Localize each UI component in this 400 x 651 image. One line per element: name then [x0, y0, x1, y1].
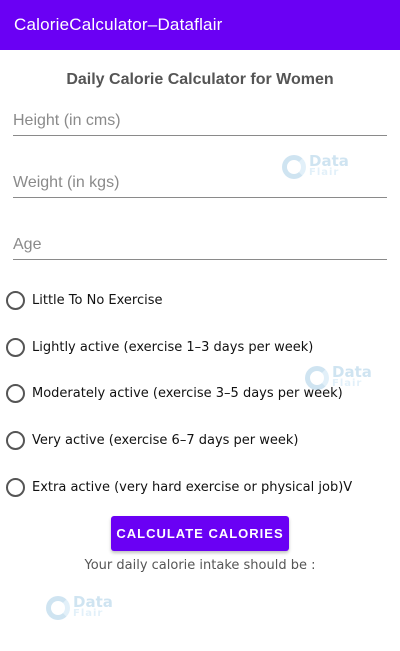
radio-button-circle[interactable] [6, 290, 25, 310]
dataflair-watermark: Data Flair [46, 593, 113, 620]
age-field[interactable] [13, 228, 387, 260]
page-heading: Daily Calorie Calculator for Women [66, 71, 334, 88]
radio-moderately-active[interactable]: Moderately active (exercise 3–5 days per… [6, 382, 343, 404]
radio-button-circle[interactable] [6, 383, 25, 403]
radio-label: Little To No Exercise [32, 292, 163, 308]
height-input[interactable] [13, 112, 387, 130]
result-text: Your daily calorie intake should be : [84, 558, 316, 573]
radio-label: Extra active (very hard exercise or phys… [32, 479, 353, 495]
height-field[interactable] [13, 104, 387, 136]
radio-button-circle[interactable] [6, 337, 25, 357]
radio-little-exercise[interactable]: Little To No Exercise [6, 289, 163, 311]
radio-label: Moderately active (exercise 3–5 days per… [32, 385, 343, 401]
dataflair-logo-icon [282, 155, 306, 179]
radio-button-circle[interactable] [6, 477, 25, 497]
dataflair-logo-icon [46, 596, 70, 620]
watermark-text: Data Flair [73, 593, 113, 620]
radio-label: Lightly active (exercise 1–3 days per we… [32, 339, 314, 355]
dataflair-logo-icon [305, 366, 329, 390]
radio-label: Very active (exercise 6–7 days per week) [32, 432, 299, 448]
radio-lightly-active[interactable]: Lightly active (exercise 1–3 days per we… [6, 336, 313, 358]
radio-button-circle[interactable] [6, 430, 25, 450]
calculate-calories-button[interactable]: CALCULATE CALORIES [111, 516, 289, 551]
radio-extra-active[interactable]: Extra active (very hard exercise or phys… [6, 476, 352, 498]
age-input[interactable] [13, 236, 387, 254]
dataflair-watermark: Data Flair [282, 152, 349, 179]
radio-very-active[interactable]: Very active (exercise 6–7 days per week) [6, 429, 299, 451]
app-title: CalorieCalculator–Dataflair [14, 15, 223, 34]
watermark-text: Data Flair [309, 152, 349, 179]
dataflair-watermark: Data Flair [305, 363, 372, 390]
watermark-text: Data Flair [332, 363, 372, 390]
app-bar: CalorieCalculator–Dataflair [0, 0, 400, 50]
